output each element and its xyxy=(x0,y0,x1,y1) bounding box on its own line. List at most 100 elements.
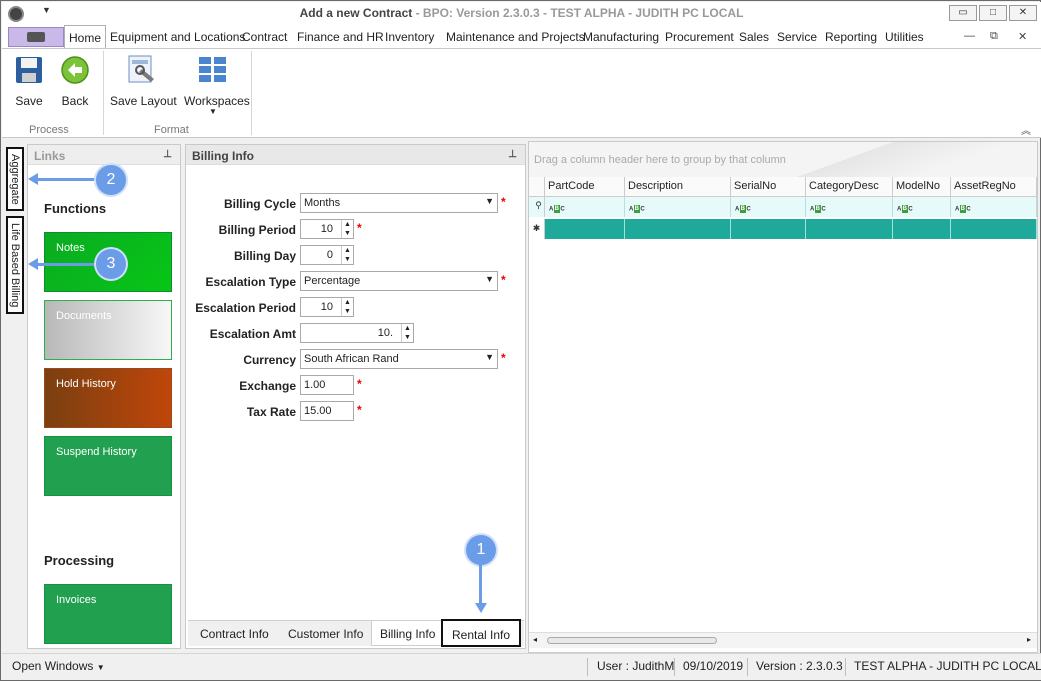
new-row-cell[interactable] xyxy=(545,219,625,239)
escalation-type-label: Escalation Type xyxy=(205,275,296,289)
escalation-amt-spinner[interactable]: 10. ▲ ▼ xyxy=(300,323,414,343)
links-panel: Links ⊥ Functions Notes Documents Hold Hi… xyxy=(27,144,181,649)
tab-contract-info[interactable]: Contract Info xyxy=(200,627,269,641)
pin-icon[interactable]: ⊥ xyxy=(163,149,172,160)
back-button[interactable]: Back xyxy=(58,53,92,109)
mdi-minimize-icon[interactable]: — xyxy=(964,30,975,42)
menu-utilities[interactable]: Utilities xyxy=(885,30,924,44)
filter-cell-partcode[interactable]: ABC xyxy=(545,197,625,217)
parts-grid-panel: Drag a column header here to group by th… xyxy=(528,141,1038,653)
dropdown-arrow-icon: ▼ xyxy=(485,274,494,284)
billing-cycle-row: Billing Cycle Months ▼ * xyxy=(186,193,526,215)
minimize-button[interactable]: ▭ xyxy=(949,5,977,21)
spinner-arrows-icon[interactable]: ▲ ▼ xyxy=(401,324,413,342)
menu-inventory[interactable]: Inventory xyxy=(385,30,434,44)
collapse-ribbon-icon[interactable]: ︽ xyxy=(1021,122,1031,137)
billing-cycle-select[interactable]: Months ▼ xyxy=(300,193,498,213)
scroll-left-icon[interactable]: ◂ xyxy=(533,635,537,644)
new-row-cell[interactable] xyxy=(731,219,806,239)
filter-cell-serialno[interactable]: ABC xyxy=(731,197,806,217)
new-row-cell[interactable] xyxy=(806,219,893,239)
invoices-tile[interactable]: Invoices xyxy=(44,584,172,644)
callout-3-arrow xyxy=(35,263,97,266)
app-window: ▼ Add a new Contract - BPO: Version 2.3.… xyxy=(0,0,1041,681)
column-header-partcode[interactable]: PartCode xyxy=(545,177,625,197)
menu-contract[interactable]: Contract xyxy=(242,30,287,44)
menu-home[interactable]: Home xyxy=(64,25,107,49)
billing-period-spinner[interactable]: 10 ▲ ▼ xyxy=(300,219,354,239)
maximize-button[interactable]: □ xyxy=(979,5,1007,21)
column-header-serialno[interactable]: SerialNo xyxy=(731,177,806,197)
horizontal-scrollbar[interactable]: ◂ ▸ xyxy=(529,632,1037,648)
menu-reporting[interactable]: Reporting xyxy=(825,30,877,44)
scroll-thumb[interactable] xyxy=(547,637,717,644)
workspaces-grid-icon xyxy=(199,57,226,82)
currency-row: Currency South African Rand ▼ * xyxy=(186,349,526,371)
open-windows-button[interactable]: Open Windows ▼ xyxy=(12,659,105,673)
workspaces-button[interactable]: Workspaces ▼ xyxy=(184,53,250,116)
status-date: 09/10/2019 xyxy=(683,659,744,673)
scroll-right-icon[interactable]: ▸ xyxy=(1027,635,1031,644)
save-layout-button[interactable]: Save Layout xyxy=(110,53,177,109)
tab-aggregate[interactable]: Aggregate xyxy=(6,147,24,211)
new-row-cell[interactable] xyxy=(625,219,731,239)
close-button[interactable]: ✕ xyxy=(1009,5,1037,21)
row-indicator-header xyxy=(529,177,545,197)
suspend-history-tile[interactable]: Suspend History xyxy=(44,436,172,496)
save-button[interactable]: Save xyxy=(12,53,46,109)
vertical-tab-strip: Aggregate Life Based Billing xyxy=(2,139,24,651)
workspaces-dropdown-icon: ▼ xyxy=(209,107,217,116)
links-panel-header: Links ⊥ xyxy=(28,145,180,165)
tab-billing-info[interactable]: Billing Info xyxy=(371,621,445,646)
status-divider xyxy=(747,658,748,676)
escalation-type-select[interactable]: Percentage ▼ xyxy=(300,271,498,291)
bpo-logo-icon xyxy=(27,32,45,42)
group-label-format: Format xyxy=(154,124,189,136)
menu-equipment-and-locations[interactable]: Equipment and Locations xyxy=(110,30,245,44)
required-marker: * xyxy=(501,351,506,365)
tab-rental-info[interactable]: Rental Info xyxy=(441,619,522,647)
billing-day-spinner[interactable]: 0 ▲ ▼ xyxy=(300,245,354,265)
tab-customer-info[interactable]: Customer Info xyxy=(288,627,363,641)
column-header-categorydesc[interactable]: CategoryDesc xyxy=(806,177,893,197)
menu-maintenance-and-projects[interactable]: Maintenance and Projects xyxy=(446,30,585,44)
filter-cell-modelno[interactable]: ABC xyxy=(893,197,951,217)
escalation-type-row: Escalation Type Percentage ▼ * xyxy=(186,271,526,293)
menu-manufacturing[interactable]: Manufacturing xyxy=(583,30,659,44)
filter-cell-description[interactable]: ABC xyxy=(625,197,731,217)
spinner-arrows-icon[interactable]: ▲ ▼ xyxy=(341,298,353,316)
filter-cell-categorydesc[interactable]: ABC xyxy=(806,197,893,217)
billing-period-row: Billing Period 10 ▲ ▼ * xyxy=(186,219,526,241)
menu-service[interactable]: Service xyxy=(777,30,817,44)
mdi-close-icon[interactable]: ✕ xyxy=(1018,30,1027,43)
exchange-input[interactable]: 1.00 xyxy=(300,375,354,395)
escalation-period-spinner[interactable]: 10 ▲ ▼ xyxy=(300,297,354,317)
new-row-cell[interactable] xyxy=(893,219,951,239)
pin-icon[interactable]: ⊥ xyxy=(508,149,517,160)
menu-sales[interactable]: Sales xyxy=(739,30,769,44)
menu-finance-and-hr[interactable]: Finance and HR xyxy=(297,30,384,44)
column-header-description[interactable]: Description xyxy=(625,177,731,197)
column-header-assetregno[interactable]: AssetRegNo xyxy=(951,177,1037,197)
ribbon-group-divider xyxy=(251,51,252,135)
currency-select[interactable]: South African Rand ▼ xyxy=(300,349,498,369)
new-row-cell[interactable] xyxy=(951,219,1037,239)
abc-filter-icon: ABC xyxy=(549,205,566,214)
group-by-area[interactable]: Drag a column header here to group by th… xyxy=(529,142,1037,178)
column-header-modelno[interactable]: ModelNo xyxy=(893,177,951,197)
spinner-arrows-icon[interactable]: ▲ ▼ xyxy=(341,246,353,264)
tab-life-based-billing[interactable]: Life Based Billing xyxy=(6,216,24,314)
required-marker: * xyxy=(501,195,506,209)
hold-history-tile[interactable]: Hold History xyxy=(44,368,172,428)
filter-cell-assetregno[interactable]: ABC xyxy=(951,197,1037,217)
window-title-main: Add a new Contract xyxy=(299,6,413,20)
ribbon-group-divider xyxy=(103,51,104,135)
documents-tile[interactable]: Documents xyxy=(44,300,172,360)
billing-day-row: Billing Day 0 ▲ ▼ xyxy=(186,245,526,267)
currency-value: South African Rand xyxy=(304,353,399,365)
mdi-restore-icon[interactable]: ⧉ xyxy=(990,30,998,43)
spinner-arrows-icon[interactable]: ▲ ▼ xyxy=(341,220,353,238)
application-menu-button[interactable] xyxy=(8,27,64,47)
menu-procurement[interactable]: Procurement xyxy=(665,30,734,44)
tax-rate-input[interactable]: 15.00 xyxy=(300,401,354,421)
